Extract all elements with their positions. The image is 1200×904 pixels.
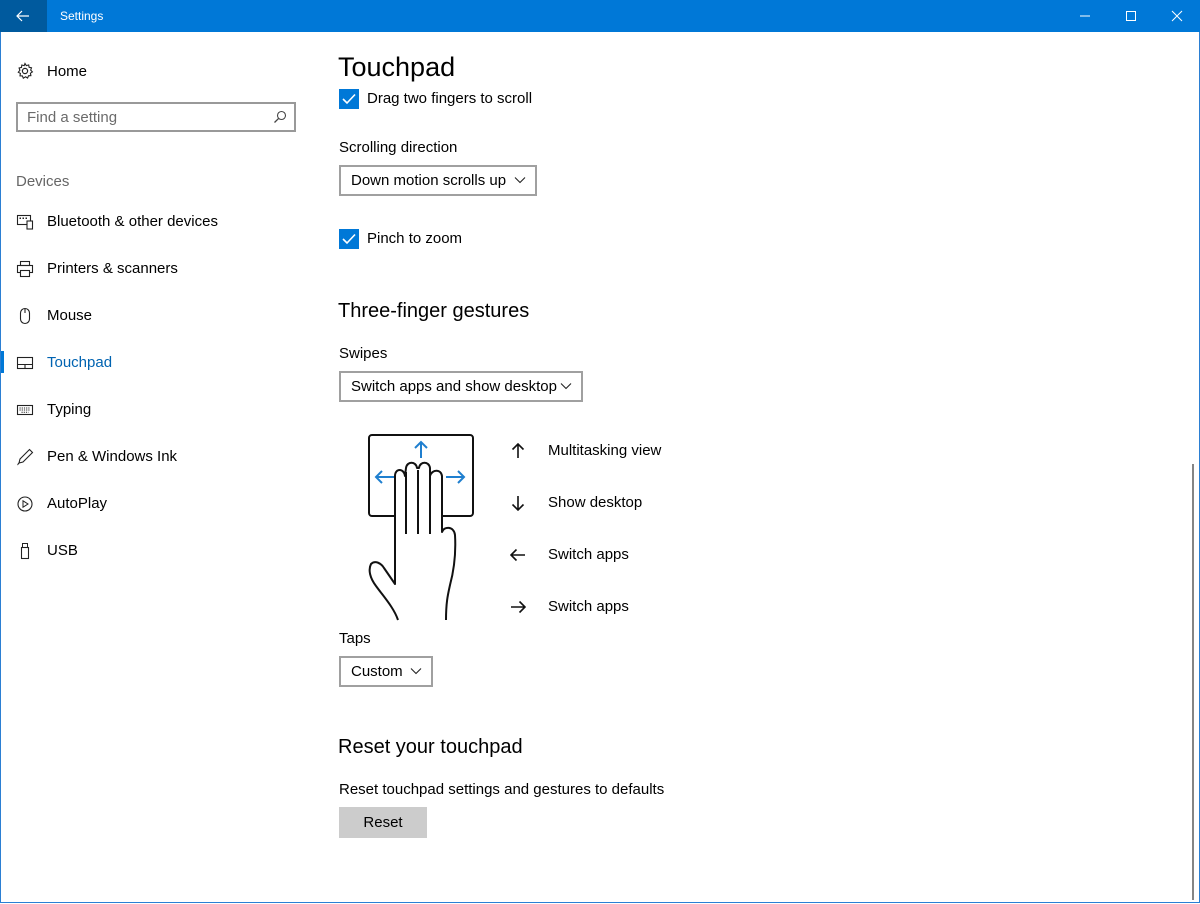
touchpad-icon <box>16 356 34 370</box>
taps-dropdown[interactable]: Custom <box>339 656 433 687</box>
sidebar-item-label: Printers & scanners <box>47 260 178 277</box>
dropdown-value: Down motion scrolls up <box>351 172 507 189</box>
taps-label: Taps <box>339 630 371 647</box>
back-arrow-icon <box>16 10 29 22</box>
scrolling-direction-dropdown[interactable]: Down motion scrolls up <box>339 165 537 196</box>
arrow-up-icon <box>511 443 525 458</box>
sidebar-item-label: Mouse <box>47 307 93 324</box>
reset-description: Reset touchpad settings and gestures to … <box>339 781 665 798</box>
drag-scroll-checkbox[interactable] <box>339 89 359 109</box>
gear-icon <box>17 62 34 80</box>
scrolling-direction-label: Scrolling direction <box>339 139 458 156</box>
sidebar-item-bluetooth[interactable]: Bluetooth & other devices <box>0 201 320 241</box>
sidebar-item-printers[interactable]: Printers & scanners <box>0 248 320 288</box>
sidebar-item-label: Pen & Windows Ink <box>47 448 178 465</box>
swipes-dropdown[interactable]: Switch apps and show desktop <box>339 371 583 402</box>
scrollbar[interactable] <box>1192 464 1194 900</box>
bluetooth-devices-icon <box>16 214 34 230</box>
home-label: Home <box>47 63 88 80</box>
pinch-zoom-label: Pinch to zoom <box>367 230 463 247</box>
search-input[interactable] <box>27 108 267 126</box>
page-title: Touchpad <box>338 52 464 83</box>
gesture-label: Switch apps <box>548 598 629 615</box>
main-content: Touchpad Drag two fingers to scroll Scro… <box>320 32 1180 902</box>
close-button[interactable] <box>1154 0 1200 32</box>
sidebar-item-autoplay[interactable]: AutoPlay <box>0 483 320 523</box>
dropdown-value: Custom <box>351 663 403 680</box>
pen-icon <box>17 448 34 466</box>
sidebar-item-label: Touchpad <box>47 354 113 371</box>
devices-group-label: Devices <box>16 173 70 190</box>
search-icon[interactable] <box>273 110 287 124</box>
reset-heading: Reset your touchpad <box>338 736 523 758</box>
home-nav[interactable]: Home <box>0 54 320 88</box>
usb-icon <box>20 543 30 560</box>
sidebar-item-typing[interactable]: Typing <box>0 389 320 429</box>
arrow-down-icon <box>511 496 525 511</box>
back-button[interactable] <box>0 0 47 32</box>
dropdown-value: Switch apps and show desktop <box>351 378 557 395</box>
window-title: Settings <box>60 9 104 23</box>
gesture-label: Show desktop <box>548 494 643 511</box>
sidebar: Home Devices Bluetooth & other devices P… <box>0 32 320 902</box>
title-bar: Settings <box>0 0 1200 32</box>
gesture-label: Switch apps <box>548 546 629 563</box>
active-indicator <box>0 351 4 373</box>
swipes-label: Swipes <box>339 345 388 362</box>
checkmark-icon <box>342 233 356 245</box>
maximize-button[interactable] <box>1108 0 1154 32</box>
maximize-icon <box>1126 11 1136 21</box>
close-icon <box>1171 10 1183 22</box>
sidebar-item-mouse[interactable]: Mouse <box>0 295 320 335</box>
sidebar-item-label: AutoPlay <box>47 495 108 512</box>
three-finger-heading: Three-finger gestures <box>338 300 530 322</box>
mouse-icon <box>19 307 31 325</box>
drag-scroll-label: Drag two fingers to scroll <box>367 90 533 107</box>
sidebar-item-label: Bluetooth & other devices <box>47 213 218 230</box>
chevron-down-icon <box>560 383 572 390</box>
checkmark-icon <box>342 93 356 105</box>
sidebar-item-label: USB <box>47 542 78 559</box>
search-box[interactable] <box>16 102 296 132</box>
three-finger-gesture-illustration <box>368 434 474 621</box>
minimize-button[interactable] <box>1062 0 1108 32</box>
printer-icon <box>16 260 34 278</box>
reset-button[interactable]: Reset <box>339 807 427 838</box>
minimize-icon <box>1080 15 1090 17</box>
arrow-left-icon <box>510 548 525 562</box>
sidebar-item-usb[interactable]: USB <box>0 530 320 570</box>
sidebar-item-label: Typing <box>47 401 92 418</box>
chevron-down-icon <box>410 668 422 675</box>
autoplay-icon <box>17 496 33 512</box>
gesture-label: Multitasking view <box>548 442 662 459</box>
keyboard-icon <box>16 404 34 416</box>
chevron-down-icon <box>514 177 526 184</box>
pinch-zoom-checkbox[interactable] <box>339 229 359 249</box>
sidebar-item-touchpad[interactable]: Touchpad <box>0 342 320 382</box>
arrow-right-icon <box>511 600 526 614</box>
sidebar-item-pen[interactable]: Pen & Windows Ink <box>0 436 320 476</box>
